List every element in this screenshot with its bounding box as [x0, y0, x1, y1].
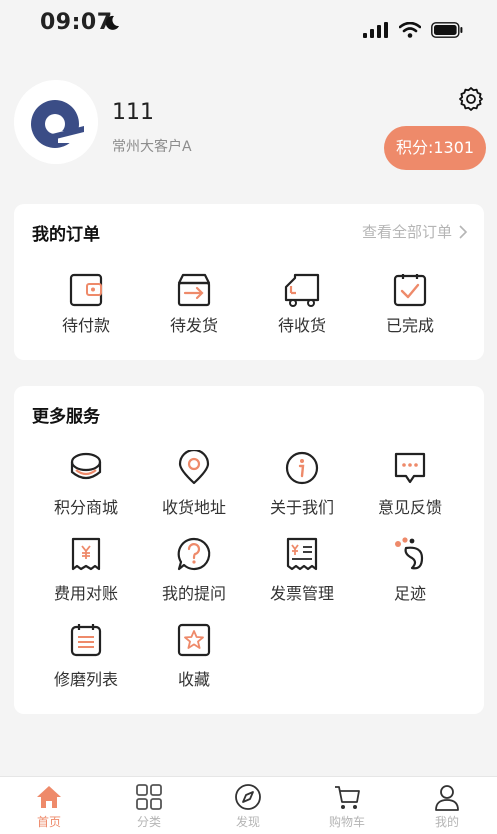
service-invoice-management[interactable]: 发票管理 — [252, 536, 352, 604]
order-pending-receipt[interactable]: 待收货 — [257, 272, 347, 336]
service-label: 积分商城 — [53, 498, 118, 517]
order-label: 待发货 — [169, 316, 218, 335]
moon-icon — [103, 14, 121, 36]
battery-icon — [431, 22, 463, 42]
service-label: 发票管理 — [269, 584, 334, 603]
service-label: 关于我们 — [269, 498, 334, 517]
services-card: 更多服务 积分商城 收货地址 关于我们 意见反馈 费用对账 我的提问 发票管理 … — [14, 386, 484, 714]
points-button[interactable]: 积分:1301 — [384, 126, 486, 170]
info-icon — [285, 451, 319, 485]
invoice-icon — [286, 537, 318, 571]
service-my-questions[interactable]: 我的提问 — [144, 536, 244, 604]
service-favorites[interactable]: 收藏 — [144, 622, 244, 690]
service-expense-reconciliation[interactable]: 费用对账 — [36, 536, 136, 604]
footprint-icon — [395, 537, 424, 570]
wallet-icon — [69, 273, 103, 307]
order-label: 已完成 — [385, 316, 434, 335]
signal-icon — [363, 22, 389, 42]
question-bubble-icon — [177, 537, 211, 571]
service-points-mall[interactable]: 积分商城 — [36, 450, 136, 518]
tab-label: 分类 — [136, 815, 161, 829]
orders-card: 我的订单 查看全部订单 待付款 待发货 待收货 已完成 — [14, 204, 484, 360]
tab-discover[interactable]: 发现 — [208, 783, 288, 830]
status-bar: 09:07 — [0, 0, 497, 50]
service-shipping-address[interactable]: 收货地址 — [144, 450, 244, 518]
calendar-list-icon — [70, 624, 102, 657]
chat-bubble-icon — [394, 452, 426, 484]
user-icon — [435, 785, 459, 811]
avatar[interactable] — [14, 80, 98, 164]
tab-label: 首页 — [36, 815, 61, 829]
order-pending-payment[interactable]: 待付款 — [41, 272, 131, 336]
order-label: 待收货 — [277, 316, 326, 335]
username: 111 — [112, 100, 154, 125]
service-label: 足迹 — [393, 584, 426, 603]
tab-label: 我的 — [434, 815, 459, 829]
location-pin-icon — [178, 450, 210, 485]
bottom-tab-bar: 首页 分类 发现 购物车 我的 — [0, 776, 497, 834]
profile-header: 111 常州大客户A 积分:1301 — [0, 70, 497, 190]
receipt-icon — [71, 537, 101, 571]
truck-icon — [284, 273, 320, 307]
orders-title: 我的订单 — [32, 225, 100, 245]
tab-label: 发现 — [235, 815, 260, 829]
chevron-right-icon — [459, 224, 468, 239]
service-about-us[interactable]: 关于我们 — [252, 450, 352, 518]
box-ship-icon — [177, 273, 211, 307]
order-pending-shipment[interactable]: 待发货 — [149, 272, 239, 336]
services-title: 更多服务 — [32, 407, 100, 427]
cart-icon — [335, 786, 360, 809]
service-label: 意见反馈 — [377, 498, 442, 517]
settings-gear-icon[interactable] — [458, 86, 484, 116]
service-regrind-list[interactable]: 修磨列表 — [36, 622, 136, 690]
tab-home[interactable]: 首页 — [9, 783, 89, 830]
service-label: 费用对账 — [53, 584, 118, 603]
order-completed[interactable]: 已完成 — [365, 272, 455, 336]
service-feedback[interactable]: 意见反馈 — [360, 450, 460, 518]
grid-icon — [136, 784, 162, 810]
view-all-orders-label: 查看全部订单 — [361, 223, 452, 241]
service-footprint[interactable]: 足迹 — [360, 536, 460, 604]
view-all-orders-link[interactable]: 查看全部订单 — [362, 221, 468, 242]
company-logo-icon — [14, 80, 98, 164]
check-clipboard-icon — [393, 274, 427, 307]
user-type: 常州大客户A — [112, 139, 192, 155]
star-box-icon — [177, 623, 211, 657]
status-time: 09:07 — [40, 10, 113, 35]
wifi-icon — [398, 21, 422, 42]
tab-mine[interactable]: 我的 — [407, 783, 487, 830]
order-label: 待付款 — [61, 316, 110, 335]
service-label: 修磨列表 — [53, 670, 118, 689]
tab-cart[interactable]: 购物车 — [307, 783, 387, 830]
coins-icon — [70, 452, 102, 480]
tab-category[interactable]: 分类 — [109, 783, 189, 830]
home-icon — [37, 786, 61, 808]
status-indicators — [363, 21, 463, 42]
service-label: 我的提问 — [161, 584, 226, 603]
service-label: 收藏 — [177, 670, 210, 689]
tab-label: 购物车 — [328, 815, 365, 829]
service-label: 收货地址 — [161, 498, 226, 517]
compass-icon — [235, 784, 261, 810]
